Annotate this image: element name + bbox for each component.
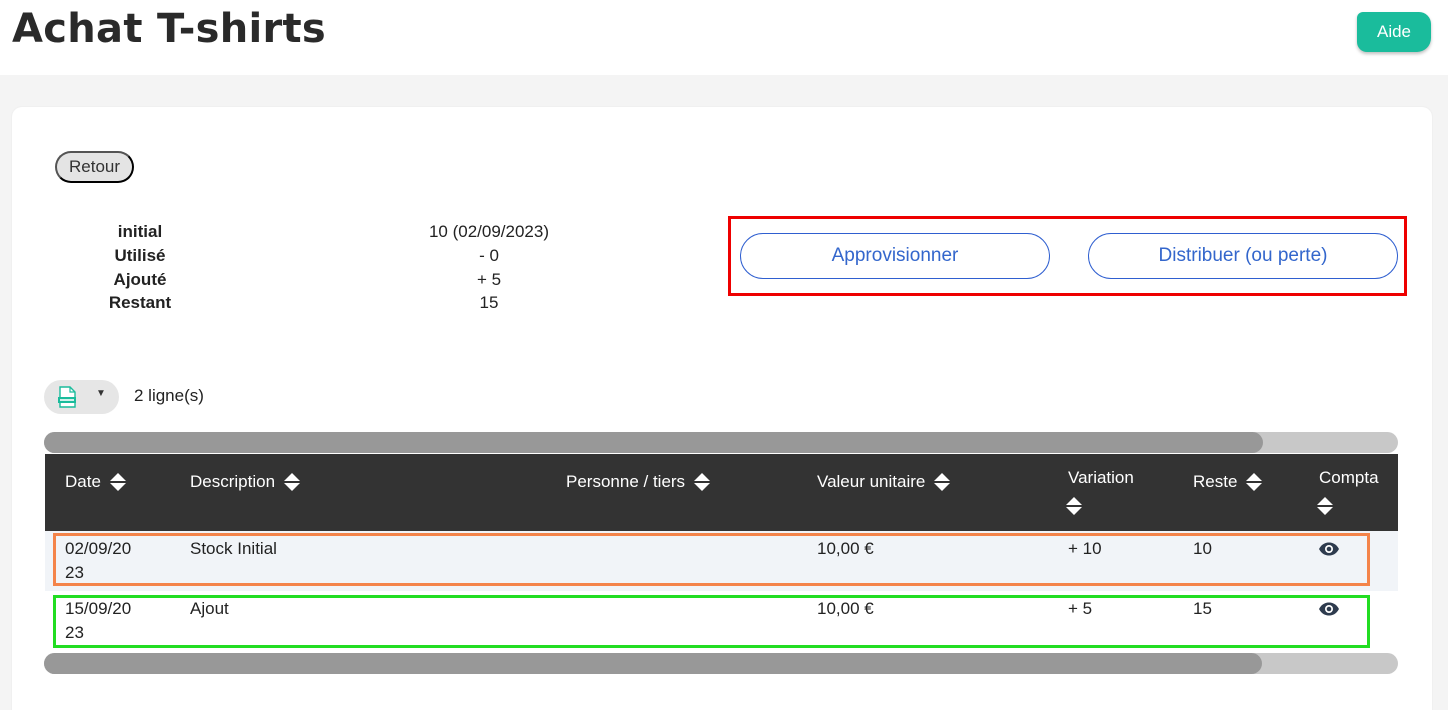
cell-remaining: 10 [1193, 539, 1212, 558]
supply-button[interactable]: Approvisionner [740, 233, 1050, 279]
sort-icon [934, 473, 951, 491]
column-header-person[interactable]: Personne / tiers [566, 470, 711, 494]
sort-icon [1246, 473, 1263, 491]
summary-value-remaining: 15 [479, 293, 499, 312]
summary-label-added: Ajouté [113, 270, 167, 289]
help-button[interactable]: Aide [1357, 12, 1431, 52]
horizontal-scrollbar-top[interactable] [44, 432, 1398, 453]
sort-icon [284, 473, 301, 491]
column-header-unit-value[interactable]: Valeur unitaire [817, 470, 951, 494]
cell-description: Ajout [190, 599, 229, 618]
eye-icon[interactable] [1318, 602, 1340, 616]
cell-date: 15/09/20 23 [65, 599, 132, 642]
column-header-description[interactable]: Description [190, 470, 301, 494]
xlsx-file-icon [58, 386, 76, 408]
cell-variation: + 5 [1068, 599, 1093, 618]
sort-icon [694, 473, 711, 491]
summary-value-used: - 0 [479, 246, 499, 265]
cell-unit-value: 10,00 € [817, 599, 874, 618]
summary-value-initial: 10 (02/09/2023) [428, 222, 550, 241]
column-header-date[interactable]: Date [65, 470, 127, 494]
cell-description: Stock Initial [190, 539, 277, 558]
summary-label-remaining: Restant [108, 293, 172, 312]
cell-date: 02/09/20 23 [65, 539, 132, 582]
row-highlight-addition [53, 595, 1370, 648]
column-header-variation[interactable]: Variation [1068, 466, 1134, 490]
page-title: Achat T-shirts [12, 6, 327, 52]
scrollbar-thumb-top[interactable] [44, 432, 1263, 453]
export-button[interactable]: ▼ [44, 380, 119, 414]
sort-icon [109, 473, 126, 491]
column-header-remaining[interactable]: Reste [1193, 470, 1263, 494]
horizontal-scrollbar-bottom[interactable] [44, 653, 1398, 674]
eye-icon[interactable] [1318, 542, 1340, 556]
cell-unit-value: 10,00 € [817, 539, 874, 558]
summary-value-added: + 5 [476, 270, 502, 289]
column-header-compta[interactable]: Compta [1319, 466, 1379, 490]
cell-variation: + 10 [1068, 539, 1102, 558]
sort-icon[interactable] [1316, 496, 1334, 516]
sort-icon[interactable] [1065, 496, 1083, 516]
summary-label-used: Utilisé [114, 246, 166, 265]
cell-remaining: 15 [1193, 599, 1212, 618]
scrollbar-thumb-bottom[interactable] [44, 653, 1262, 674]
summary-label-initial: initial [117, 222, 163, 241]
caret-down-icon: ▼ [96, 388, 106, 399]
top-bar: Achat T-shirts Aide [0, 0, 1448, 75]
back-button[interactable]: Retour [55, 151, 134, 183]
row-count: 2 ligne(s) [134, 386, 204, 405]
distribute-button[interactable]: Distribuer (ou perte) [1088, 233, 1398, 279]
